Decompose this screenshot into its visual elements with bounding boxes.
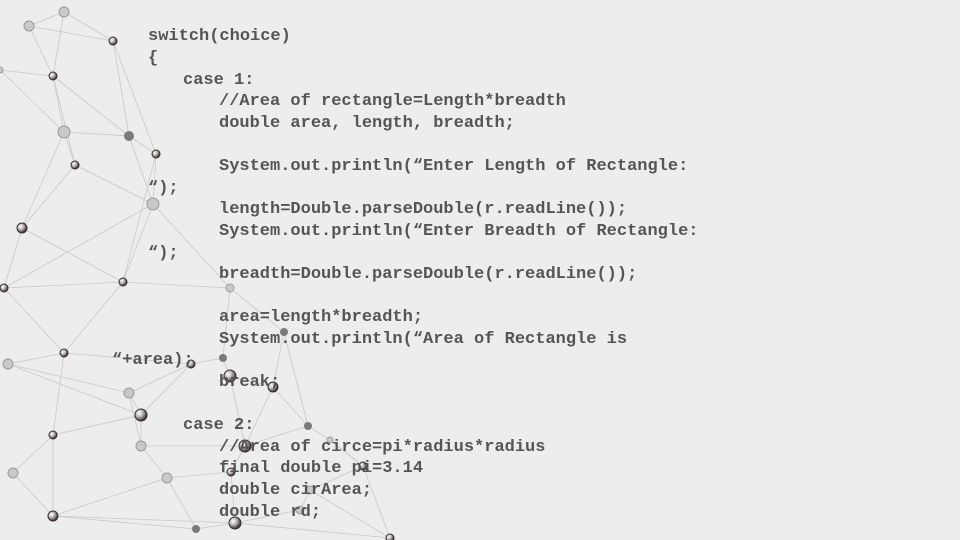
code-line: //Area of circe=pi*radius*radius <box>219 438 546 457</box>
code-line: System.out.println(“Enter Length of Rect… <box>219 157 689 176</box>
code-line: double rd; <box>219 503 322 522</box>
code-line: switch(choice) <box>148 27 291 46</box>
code-line: case 2: <box>183 416 255 435</box>
code-line: System.out.println(“Enter Breadth of Rec… <box>219 222 699 241</box>
code-line: breadth=Double.parseDouble(r.readLine())… <box>219 265 638 284</box>
code-line: double cirArea; <box>219 481 373 500</box>
code-line: { <box>148 49 159 68</box>
code-line: System.out.println(“Area of Rectangle is <box>219 330 628 349</box>
code-line: break; <box>219 373 281 392</box>
code-line: “); <box>148 244 179 263</box>
code-line: final double pi=3.14 <box>219 459 424 478</box>
code-block: switch(choice) { case 1: //Area of recta… <box>0 0 960 540</box>
code-line: area=length*breadth; <box>219 308 424 327</box>
code-line: case 1: <box>183 71 255 90</box>
code-line: length=Double.parseDouble(r.readLine()); <box>219 200 628 219</box>
code-line: “+area); <box>112 351 194 370</box>
code-line: double area, length, breadth; <box>219 114 515 133</box>
code-line: “); <box>148 179 179 198</box>
code-line: //Area of rectangle=Length*breadth <box>219 92 566 111</box>
